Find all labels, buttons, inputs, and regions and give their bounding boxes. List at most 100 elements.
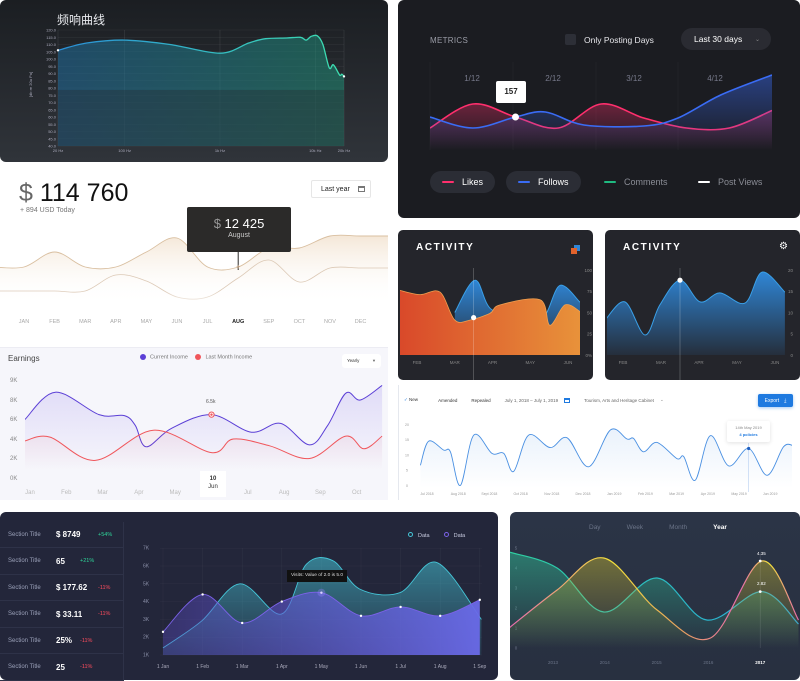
filter-repealed[interactable]: Repealed (471, 398, 490, 403)
period-label: Last year (321, 185, 350, 193)
legend-comments[interactable]: Comments (592, 171, 680, 193)
export-button[interactable]: Export ⤓ (758, 394, 793, 407)
chevron-down-icon: ⌄ (754, 36, 760, 43)
download-icon: ⤓ (784, 397, 787, 404)
only-posting-days-label[interactable]: Only Posting Days (584, 35, 654, 45)
filter-bar: ✓ New Amended Repealed July 1, 2018 – Ju… (404, 397, 664, 403)
stat-value: $ 8749 (56, 530, 81, 539)
tooltip-month: August (228, 232, 250, 239)
activity-title: ACTIVITY (623, 242, 682, 253)
legend-label: Data (453, 533, 466, 539)
likes-swatch (442, 181, 454, 183)
tooltip-date: 14th May 2019 (735, 425, 762, 430)
metrics-tooltip: 157 (496, 81, 526, 103)
earnings-title: Earnings (8, 354, 40, 363)
check-icon: ✓ (404, 397, 408, 402)
comments-swatch (604, 181, 616, 183)
stat-row: Section Title $ 8749 +54% (0, 522, 124, 548)
tooltip-amount: $ 12 425 (187, 216, 291, 231)
period-button[interactable]: Last year (311, 180, 371, 198)
stat-change: -11% (98, 611, 111, 617)
earnings-panel (0, 347, 388, 500)
revenue-tooltip: $ 12 425 August (187, 207, 291, 252)
gear-icon[interactable]: ⚙ (779, 241, 788, 252)
stat-value: $ 177.62 (56, 583, 88, 592)
follows-swatch (518, 181, 530, 183)
today-change: + 894 USD Today (20, 207, 75, 214)
tab-year[interactable]: Year (713, 524, 727, 531)
calendar-icon[interactable] (564, 397, 571, 403)
stat-value: 65 (56, 556, 65, 566)
selected-month: Jun (208, 484, 218, 490)
purple-circle-icon (443, 532, 449, 537)
legend-label: Follows (538, 177, 569, 187)
stat-label: Section Title (8, 637, 41, 644)
visits-tooltip: Visits: Value of 2.0 is 5.0 (287, 570, 348, 582)
stat-change: -11% (80, 637, 93, 644)
visits-legend: Data Data (408, 532, 465, 539)
stat-label: Section Title (8, 664, 41, 670)
stat-row: Section Title 25% -11% (0, 628, 124, 654)
tab-week[interactable]: Week (627, 524, 644, 531)
range-select[interactable]: Last 30 days ⌄ (681, 28, 771, 50)
tooltip-value: 12 425 (224, 216, 265, 231)
current-income-dot (140, 354, 146, 360)
stat-value: $ 33.11 (56, 609, 83, 619)
total-revenue: $ 114 760 (19, 179, 128, 208)
activity-title: ACTIVITY (416, 242, 475, 253)
post-views-swatch (698, 181, 710, 183)
y-axis-label: [db re 20u Pa] (28, 71, 34, 98)
stat-change: +54% (98, 531, 113, 538)
legend-label: Last Month Income (205, 354, 253, 361)
stat-label: Section Title (8, 558, 41, 564)
range-select-value: Last 30 days (694, 34, 743, 44)
period-select-value: Yearly (347, 358, 360, 363)
tooltip-currency: $ (213, 216, 221, 231)
stat-row: Section Title $ 33.11 -11% (0, 602, 124, 628)
stat-value: 25% (56, 636, 73, 645)
policies-tooltip: 14th May 2019 4 policies (727, 421, 770, 442)
chevron-down-icon[interactable]: ⌄ (660, 397, 664, 403)
tab-month[interactable]: Month (669, 524, 687, 531)
value-label: 4.35 (757, 551, 766, 556)
stat-value: 25 (56, 662, 65, 672)
legend-label: Post Views (718, 177, 763, 187)
export-label: Export (764, 397, 780, 404)
legend-label: Likes (462, 177, 484, 187)
stat-row: Section Title $ 177.62 -11% (0, 575, 124, 601)
legend-follows[interactable]: Follows (506, 171, 581, 193)
tab-day[interactable]: Day (589, 524, 601, 531)
point-label: 6.5k (206, 399, 216, 405)
period-tabs: Day Week Month Year (589, 524, 727, 531)
currency-symbol: $ (19, 179, 33, 207)
department-select[interactable]: Tourism, Arts and Heritage Cabinet (584, 398, 654, 403)
tooltip-value: 4 policies (739, 432, 758, 437)
earnings-legend: Current Income Last Month Income (140, 354, 252, 360)
stat-label: Section Title (8, 611, 41, 617)
stat-change: +21% (80, 558, 95, 564)
legend-item[interactable]: Data (408, 532, 430, 539)
chart-title: 频响曲线 (57, 13, 106, 27)
filter-amended[interactable]: Amended (438, 398, 457, 403)
date-range[interactable]: July 1, 2018 – July 1, 2019 (505, 398, 559, 403)
legend-item[interactable]: Data (443, 532, 466, 539)
total-value: 114 760 (39, 179, 129, 207)
yearly-panel (510, 512, 800, 680)
filter-new[interactable]: ✓ New (404, 397, 418, 403)
stat-change: -11% (98, 584, 111, 591)
layers-icon[interactable] (571, 245, 580, 254)
stat-change: -11% (80, 664, 93, 670)
stat-label: Section Title (8, 531, 41, 538)
stat-row: Section Title 25 -11% (0, 655, 124, 681)
caret-down-icon: ▼ (372, 358, 376, 363)
only-posting-days-checkbox[interactable] (565, 34, 576, 45)
legend-likes[interactable]: Likes (430, 171, 496, 193)
legend-post-views[interactable]: Post Views (686, 171, 774, 193)
stats-list: Section Title $ 8749 +54% Section Title 65 +2… (0, 522, 124, 681)
value-label: 2.82 (757, 581, 766, 586)
legend-label: Data (418, 533, 430, 539)
stat-row: Section Title 65 +21% (0, 549, 124, 575)
period-select[interactable]: Yearly ▼ (342, 354, 381, 368)
cyan-circle-icon (408, 532, 413, 537)
last-month-income-dot (195, 354, 202, 360)
